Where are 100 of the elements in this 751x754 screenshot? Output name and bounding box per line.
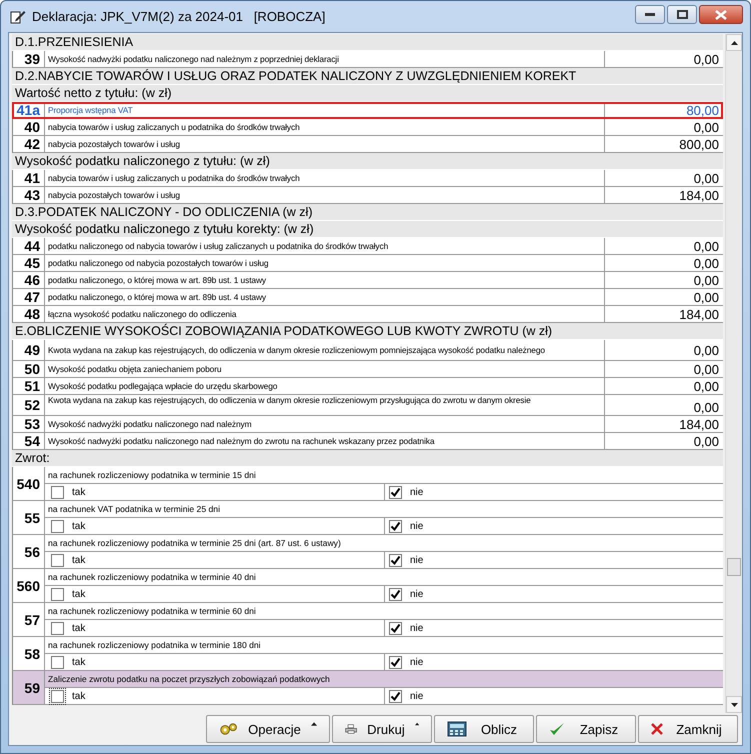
form-row[interactable]: 48 łączna wysokość podatku naliczonego do odliczenia 184,00 <box>12 306 723 323</box>
toolbar-button[interactable]: Oblicz <box>434 715 534 744</box>
checkbox[interactable] <box>51 588 64 600</box>
field-number: 52 <box>13 395 45 415</box>
option-label: nie <box>410 588 424 600</box>
option-label: tak <box>72 656 86 668</box>
form-row[interactable]: 47 podatku naliczonego, o której mowa w art. 89b ust. 4 ustawy 0,00 <box>12 289 723 306</box>
amount-value: 0,00 <box>692 433 720 449</box>
form-row[interactable]: 39 Wysokość nadwyżki podatku naliczonego nad należnym z poprzedniej deklaracji 0,00 <box>12 51 723 68</box>
checkbox[interactable] <box>389 520 402 532</box>
field-number: 45 <box>13 255 45 271</box>
minimize-button[interactable] <box>635 5 665 24</box>
field-number: 54 <box>13 433 45 449</box>
form-row[interactable]: 40 nabycia towarów i usług zaliczanych u podatnika do środków trwałych 0,00 <box>12 119 723 136</box>
checkbox[interactable] <box>389 588 402 600</box>
calculator-icon <box>447 721 467 738</box>
checkbox[interactable] <box>51 656 64 668</box>
form-row[interactable]: 42 nabycia pozostałych towarów i usług 800,00 <box>12 136 723 153</box>
scroll-down-icon[interactable] <box>730 702 738 707</box>
field-number: 50 <box>13 361 45 377</box>
option-label: tak <box>72 588 86 600</box>
field-label: podatku naliczonego, o której mowa w art. 89b ust. 4 ustawy <box>45 289 605 305</box>
form-row[interactable]: 43 nabycia pozostałych towarów i usług 184,00 <box>12 187 723 204</box>
section-heading: D.1.PRZENIESIENIA <box>12 34 723 51</box>
checkbox[interactable] <box>51 690 64 702</box>
checkbox[interactable] <box>51 520 64 532</box>
field-label: Wysokość podatku objęta zaniechaniem poboru <box>45 361 605 377</box>
section-heading: D.3.PODATEK NALICZONY - DO ODLICZENIA (w zł) <box>12 204 723 221</box>
form-row[interactable]: 44 podatku naliczonego od nabycia towarów i usług zaliczanych u podatnika do środków trwałych 0,00 <box>12 238 723 255</box>
form-row[interactable]: 50 Wysokość podatku objęta zaniechaniem poboru 0,00 <box>12 361 723 378</box>
close-icon <box>715 10 727 20</box>
scrollbar[interactable] <box>725 34 742 714</box>
field-label: nabycia pozostałych towarów i usług <box>45 136 605 152</box>
checkbox[interactable] <box>51 554 64 566</box>
form-row[interactable]: 52 Kwota wydana na zakup kas rejestrujących, do odliczenia w danym okresie rozliczeniowym przysługująca do zwrotu w danym okresie 0,00 <box>12 395 723 416</box>
choice-row[interactable]: 540 na rachunek rozliczeniowy podatnika w terminie 15 dni tak nie <box>12 467 723 501</box>
section-heading: Wysokość podatku naliczonego z tytułu korekty: (w zł) <box>12 221 723 238</box>
field-number: 43 <box>13 187 45 203</box>
option-label: nie <box>410 554 424 566</box>
option-label: tak <box>72 622 86 634</box>
option-label: tak <box>72 486 86 498</box>
maximize-icon <box>676 10 688 19</box>
field-label: Wysokość nadwyżki podatku naliczonego nad należnym <box>45 416 605 432</box>
field-number: 49 <box>13 340 45 360</box>
form-row[interactable]: 41a Proporcja wstępna VAT 80,00 <box>12 102 723 119</box>
checkbox[interactable] <box>389 690 402 702</box>
field-label: Wysokość nadwyżki podatku naliczonego nad należnym do zwrotu na rachunek wskazany przez podatnika <box>45 433 605 449</box>
checkbox[interactable] <box>51 622 64 634</box>
form-row[interactable]: 41 nabycia towarów i usług zaliczanych u podatnika do środków trwałych 0,00 <box>12 170 723 187</box>
amount-value: 0,00 <box>692 272 720 288</box>
amount-value: 0,00 <box>692 399 720 415</box>
field-number: 46 <box>13 272 45 288</box>
section-heading: Wartość netto z tytułu: (w zł) <box>12 85 723 102</box>
form-row[interactable]: 49 Kwota wydana na zakup kas rejestrujących, do odliczenia w danym okresie rozliczeniowym pomniejszająca wysokość podatku należnego 0,00 <box>12 340 723 361</box>
field-label: nabycia towarów i usług zaliczanych u podatnika do środków trwałych <box>45 170 605 186</box>
choice-row[interactable]: 59 Zaliczenie zwrotu podatku na poczet przyszłych zobowiązań podatkowych tak nie <box>12 671 723 705</box>
cross-icon <box>651 723 663 736</box>
toolbar-button[interactable]: Zamknij <box>638 715 738 744</box>
checkbox[interactable] <box>51 486 64 498</box>
choice-row[interactable]: 55 na rachunek VAT podatnika w terminie 25 dni tak nie <box>12 501 723 535</box>
checkbox[interactable] <box>389 622 402 634</box>
form-row[interactable]: 53 Wysokość nadwyżki podatku naliczonego nad należnym 184,00 <box>12 416 723 433</box>
scrollbar-thumb[interactable] <box>727 558 741 576</box>
form-row[interactable]: 45 podatku naliczonego od nabycia pozostałych towarów i usług 0,00 <box>12 255 723 272</box>
toolbar-button[interactable]: Zapisz <box>536 715 636 744</box>
field-number: 51 <box>13 378 45 394</box>
form-row[interactable]: 46 podatku naliczonego, o której mowa w art. 89b ust. 1 ustawy 0,00 <box>12 272 723 289</box>
form-row[interactable]: 54 Wysokość nadwyżki podatku naliczonego nad należnym do zwrotu na rachunek wskazany przez podatnika 0,00 <box>12 433 723 450</box>
window-title: Deklaracja: JPK_V7M(2) za 2024-01 [ROBOCZA] <box>32 9 326 24</box>
field-number: 39 <box>13 51 45 67</box>
choice-row[interactable]: 58 na rachunek rozliczeniowy podatnika w terminie 180 dni tak nie <box>12 637 723 671</box>
choice-row[interactable]: 57 na rachunek rozliczeniowy podatnika w terminie 60 dni tak nie <box>12 603 723 637</box>
toolbar-button[interactable]: Operacje <box>206 715 330 744</box>
field-label: podatku naliczonego, o której mowa w art. 89b ust. 1 ustawy <box>45 272 605 288</box>
field-number: 41a <box>13 102 45 118</box>
checkbox[interactable] <box>389 486 402 498</box>
field-label: podatku naliczonego od nabycia pozostałych towarów i usług <box>45 255 605 271</box>
checkbox[interactable] <box>389 554 402 566</box>
scroll-up-icon[interactable] <box>730 40 738 44</box>
field-label: podatku naliczonego od nabycia towarów i usług zaliczanych u podatnika do środków trwałych <box>45 238 605 254</box>
form-row[interactable]: 51 Wysokość podatku podlegająca wpłacie do urzędu skarbowego 0,00 <box>12 378 723 395</box>
choice-row[interactable]: 560 na rachunek rozliczeniowy podatnika w terminie 40 dni tak nie <box>12 569 723 603</box>
toolbar-button[interactable]: Drukuj <box>332 715 432 744</box>
amount-value: 0,00 <box>692 119 720 135</box>
field-number: 44 <box>13 238 45 254</box>
field-label: Kwota wydana na zakup kas rejestrujących, do odliczenia w danym okresie rozliczeniowym przysługująca do zwrotu w danym okresie <box>45 395 605 415</box>
amount-value: 0,00 <box>692 378 720 394</box>
amount-value: 80,00 <box>685 102 720 118</box>
choice-row[interactable]: 56 na rachunek rozliczeniowy podatnika w terminie 25 dni (art. 87 ust. 6 ustawy) tak nie <box>12 535 723 569</box>
close-button[interactable] <box>699 5 743 24</box>
option-label: tak <box>72 690 86 702</box>
field-label: nabycia towarów i usług zaliczanych u podatnika do środków trwałych <box>45 119 605 135</box>
amount-value: 0,00 <box>692 361 720 377</box>
field-number: 47 <box>13 289 45 305</box>
maximize-button[interactable] <box>667 5 697 24</box>
field-label: Wysokość nadwyżki podatku naliczonego nad należnym z poprzedniej deklaracji <box>45 51 605 67</box>
amount-value: 184,00 <box>678 187 720 203</box>
section-heading: Wysokość podatku naliczonego z tytułu: (w zł) <box>12 153 723 170</box>
field-number: 42 <box>13 136 45 152</box>
checkbox[interactable] <box>389 656 402 668</box>
